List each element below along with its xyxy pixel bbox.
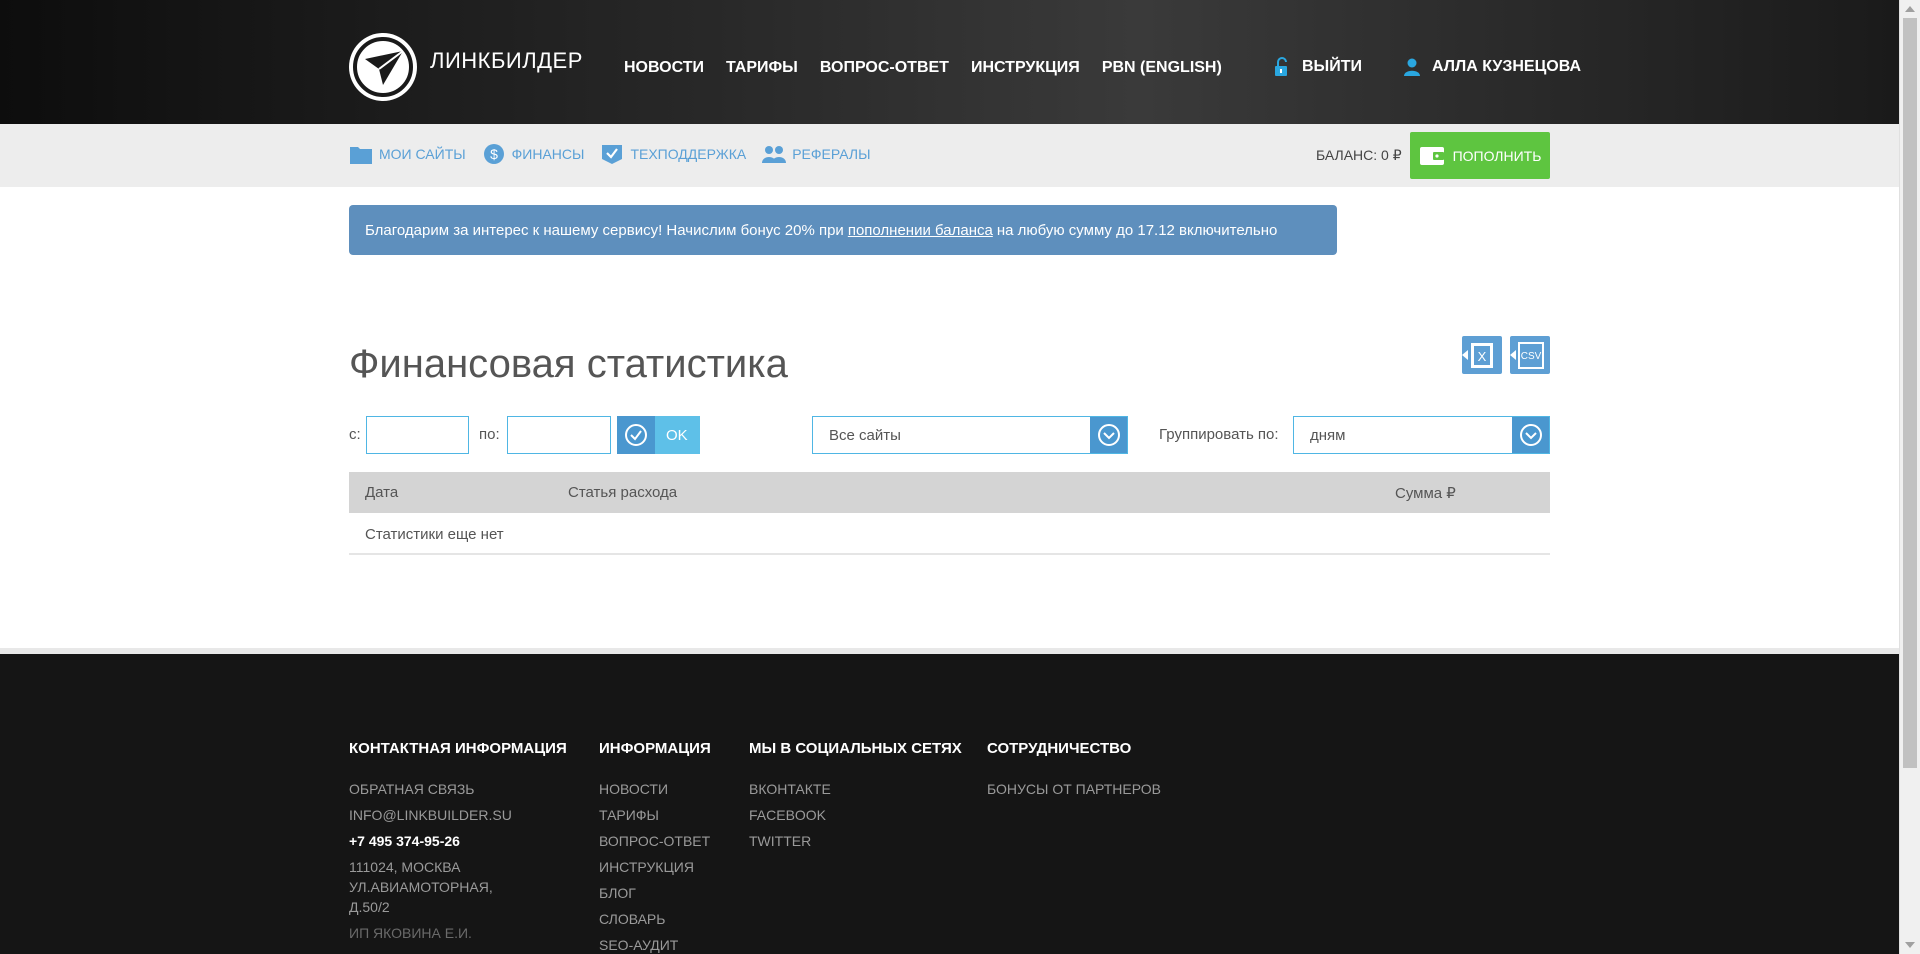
footer-address-1: 111024, МОСКВА [349,859,461,875]
brand-name: ЛИНКБИЛДЕР [430,48,583,73]
date-to-label: по: [479,426,500,443]
balance-label: БАЛАНС: 0 ₽ [1316,147,1402,163]
site-select[interactable]: Все сайты [812,416,1128,454]
table-header: Дата Статья расхода Сумма ₽ [349,472,1550,513]
footer-contacts: КОНТАКТНАЯ ИНФОРМАЦИЯ ОБРАТНАЯ СВЯЗЬ INF… [349,740,567,949]
footer-social-twitter[interactable]: TWITTER [749,831,962,851]
excel-label: X [1478,349,1487,364]
alert-text-before: Благодарим за интерес к нашему сервису! … [365,221,844,239]
alert-topup-link[interactable]: пополнении баланса [848,222,993,239]
csv-icon: CSV [1510,342,1544,369]
nav-pbn[interactable]: PBN (ENGLISH) [1102,59,1222,77]
excel-icon: X [1462,343,1493,368]
footer-email-link[interactable]: INFO@LINKBUILDER.SU [349,805,567,825]
topup-button[interactable]: ПОПОЛНИТЬ [1410,132,1550,179]
user-icon [1404,58,1420,76]
footer-social-vk[interactable]: ВКОНТАКТЕ [749,779,962,799]
logout-link[interactable]: ВЫЙТИ [1272,57,1362,77]
footer-info-link[interactable]: БЛОГ [599,883,711,903]
subnav-referrals[interactable]: РЕФЕРАЛЫ [762,143,871,165]
subnav-my-sites-label: МОИ САЙТЫ [379,146,466,162]
footer-info: ИНФОРМАЦИЯ НОВОСТИ ТАРИФЫ ВОПРОС-ОТВЕТ И… [599,740,711,954]
nav-news[interactable]: НОВОСТИ [624,59,704,77]
nav-instruction[interactable]: ИНСТРУКЦИЯ [971,59,1080,77]
footer-info-link[interactable]: SEO-АУДИТ [599,935,711,954]
nav-tariffs[interactable]: ТАРИФЫ [726,59,798,77]
sub-nav: МОИ САЙТЫ $ ФИНАНСЫ ТЕХПОДДЕРЖКА РЕФЕРАЛ… [349,143,887,165]
group-by-value: дням [1310,427,1346,444]
nav-faq[interactable]: ВОПРОС-ОТВЕТ [820,59,949,77]
people-icon [762,146,787,163]
footer-social: МЫ В СОЦИАЛЬНЫХ СЕТЯХ ВКОНТАКТЕ FACEBOOK… [749,740,962,857]
table-row: Статистики еще нет [349,513,1550,555]
user-nav: ВЫЙТИ АЛЛА КУЗНЕЦОВА [1272,57,1581,77]
subnav-support-label: ТЕХПОДДЕРЖКА [630,146,747,162]
footer-partners-link[interactable]: БОНУСЫ ОТ ПАРТНЕРОВ [987,779,1161,799]
chevron-down-icon [1512,417,1549,453]
subnav-my-sites[interactable]: МОИ САЙТЫ [349,143,466,165]
footer-partners-heading: СОТРУДНИЧЕСТВО [987,740,1132,757]
logo-plane-icon [349,33,417,101]
footer-partners: СОТРУДНИЧЕСТВО БОНУСЫ ОТ ПАРТНЕРОВ [987,740,1161,805]
col-amount: Сумма ₽ [1395,485,1456,502]
promo-alert: Благодарим за интерес к нашему сервису! … [349,205,1337,255]
footer-info-link[interactable]: ИНСТРУКЦИЯ [599,857,711,877]
site-select-value: Все сайты [829,427,901,444]
group-by-select[interactable]: дням [1293,416,1550,454]
footer-info-link[interactable]: ТАРИФЫ [599,805,711,825]
footer-phone: +7 495 374-95-26 [349,833,460,849]
check-circle-icon [617,416,655,454]
logout-label: ВЫЙТИ [1302,58,1362,75]
wallet-icon [1419,146,1444,165]
ok-button[interactable]: OK [617,416,700,454]
sub-header [0,124,1899,187]
unlock-icon [1275,57,1287,76]
subnav-support[interactable]: ТЕХПОДДЕРЖКА [600,143,746,165]
footer-info-heading: ИНФОРМАЦИЯ [599,740,711,757]
topup-label: ПОПОЛНИТЬ [1452,147,1542,164]
subnav-finance[interactable]: $ ФИНАНСЫ [482,143,585,165]
footer-feedback-link[interactable]: ОБРАТНАЯ СВЯЗЬ [349,779,567,799]
footer-address-3: Д.50/2 [349,899,390,915]
scroll-up-icon[interactable] [1905,6,1915,12]
subnav-referrals-label: РЕФЕРАЛЫ [792,146,871,162]
footer-company: ИП ЯКОВИНА Е.И. [349,925,472,941]
footer-info-link[interactable]: СЛОВАРЬ [599,909,711,929]
csv-label: CSV [1521,351,1542,362]
page-title: Финансовая статистика [349,342,788,386]
export-csv-button[interactable]: CSV [1510,336,1550,374]
subnav-finance-label: ФИНАНСЫ [511,146,585,162]
col-expense-item: Статья расхода [568,484,678,501]
svg-text:$: $ [490,146,498,162]
export-xls-button[interactable]: X [1462,336,1502,374]
group-by-label: Группировать по: [1159,426,1279,443]
date-from-label: с: [349,426,361,443]
date-to-input[interactable] [507,416,611,454]
folder-icon [350,147,372,164]
date-from-input[interactable] [366,416,469,454]
footer-social-heading: МЫ В СОЦИАЛЬНЫХ СЕТЯХ [749,740,962,757]
scroll-thumb[interactable] [1903,18,1917,768]
user-name: АЛЛА КУЗНЕЦОВА [1432,58,1582,75]
alert-text-after: на любую сумму до 17.12 включительно [996,221,1278,239]
col-date: Дата [365,484,399,501]
dollar-icon: $ [483,144,504,164]
page-scrollbar[interactable] [1899,0,1920,954]
brand-logo[interactable]: ЛИНКБИЛДЕР [349,33,583,101]
footer-address-2: УЛ.АВИАМОТОРНАЯ, [349,879,493,895]
footer-info-link[interactable]: ВОПРОС-ОТВЕТ [599,831,711,851]
footer-info-link[interactable]: НОВОСТИ [599,779,711,799]
scroll-down-icon[interactable] [1905,942,1915,948]
chevron-down-icon [1090,417,1127,453]
footer-contacts-heading: КОНТАКТНАЯ ИНФОРМАЦИЯ [349,740,567,757]
ok-label: OK [666,426,688,444]
check-badge-icon [602,145,623,164]
main-nav: НОВОСТИ ТАРИФЫ ВОПРОС-ОТВЕТ ИНСТРУКЦИЯ P… [624,59,1222,77]
footer-social-facebook[interactable]: FACEBOOK [749,805,962,825]
empty-table-text: Статистики еще нет [365,526,504,543]
user-profile-link[interactable]: АЛЛА КУЗНЕЦОВА [1402,57,1581,77]
